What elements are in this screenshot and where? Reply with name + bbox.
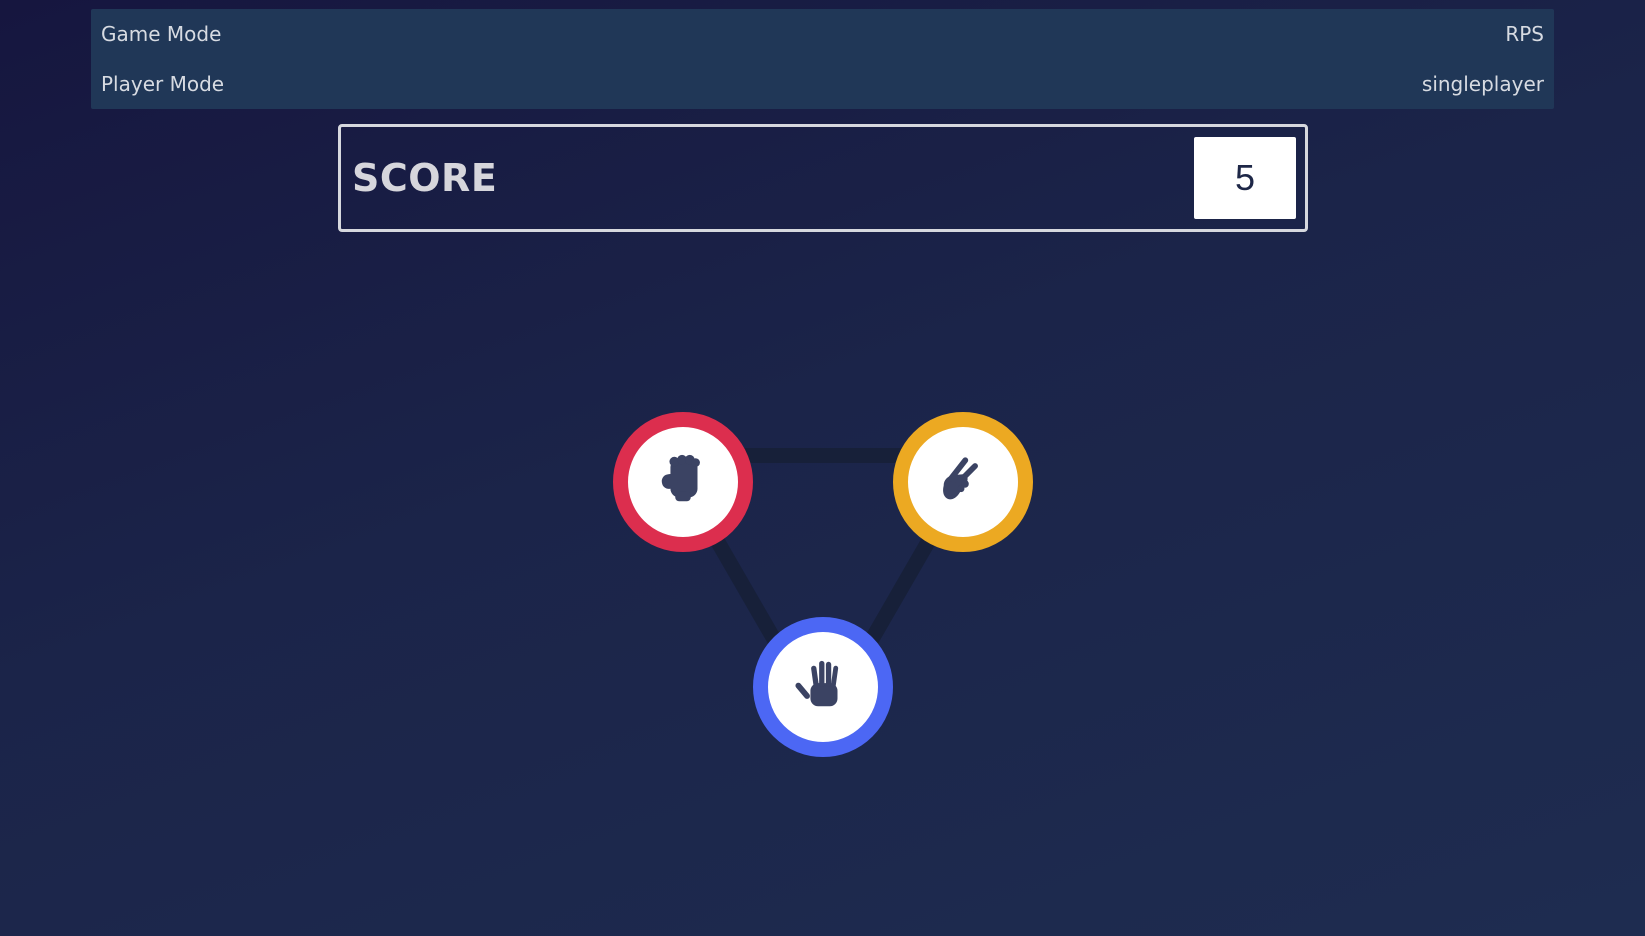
scissors-hand-icon [934,451,992,513]
paper-choice-button[interactable] [753,617,893,757]
fist-icon [654,451,712,513]
game-board [0,0,1645,936]
open-hand-icon [794,656,852,718]
scissors-choice-button[interactable] [893,412,1033,552]
rock-choice-button[interactable] [613,412,753,552]
